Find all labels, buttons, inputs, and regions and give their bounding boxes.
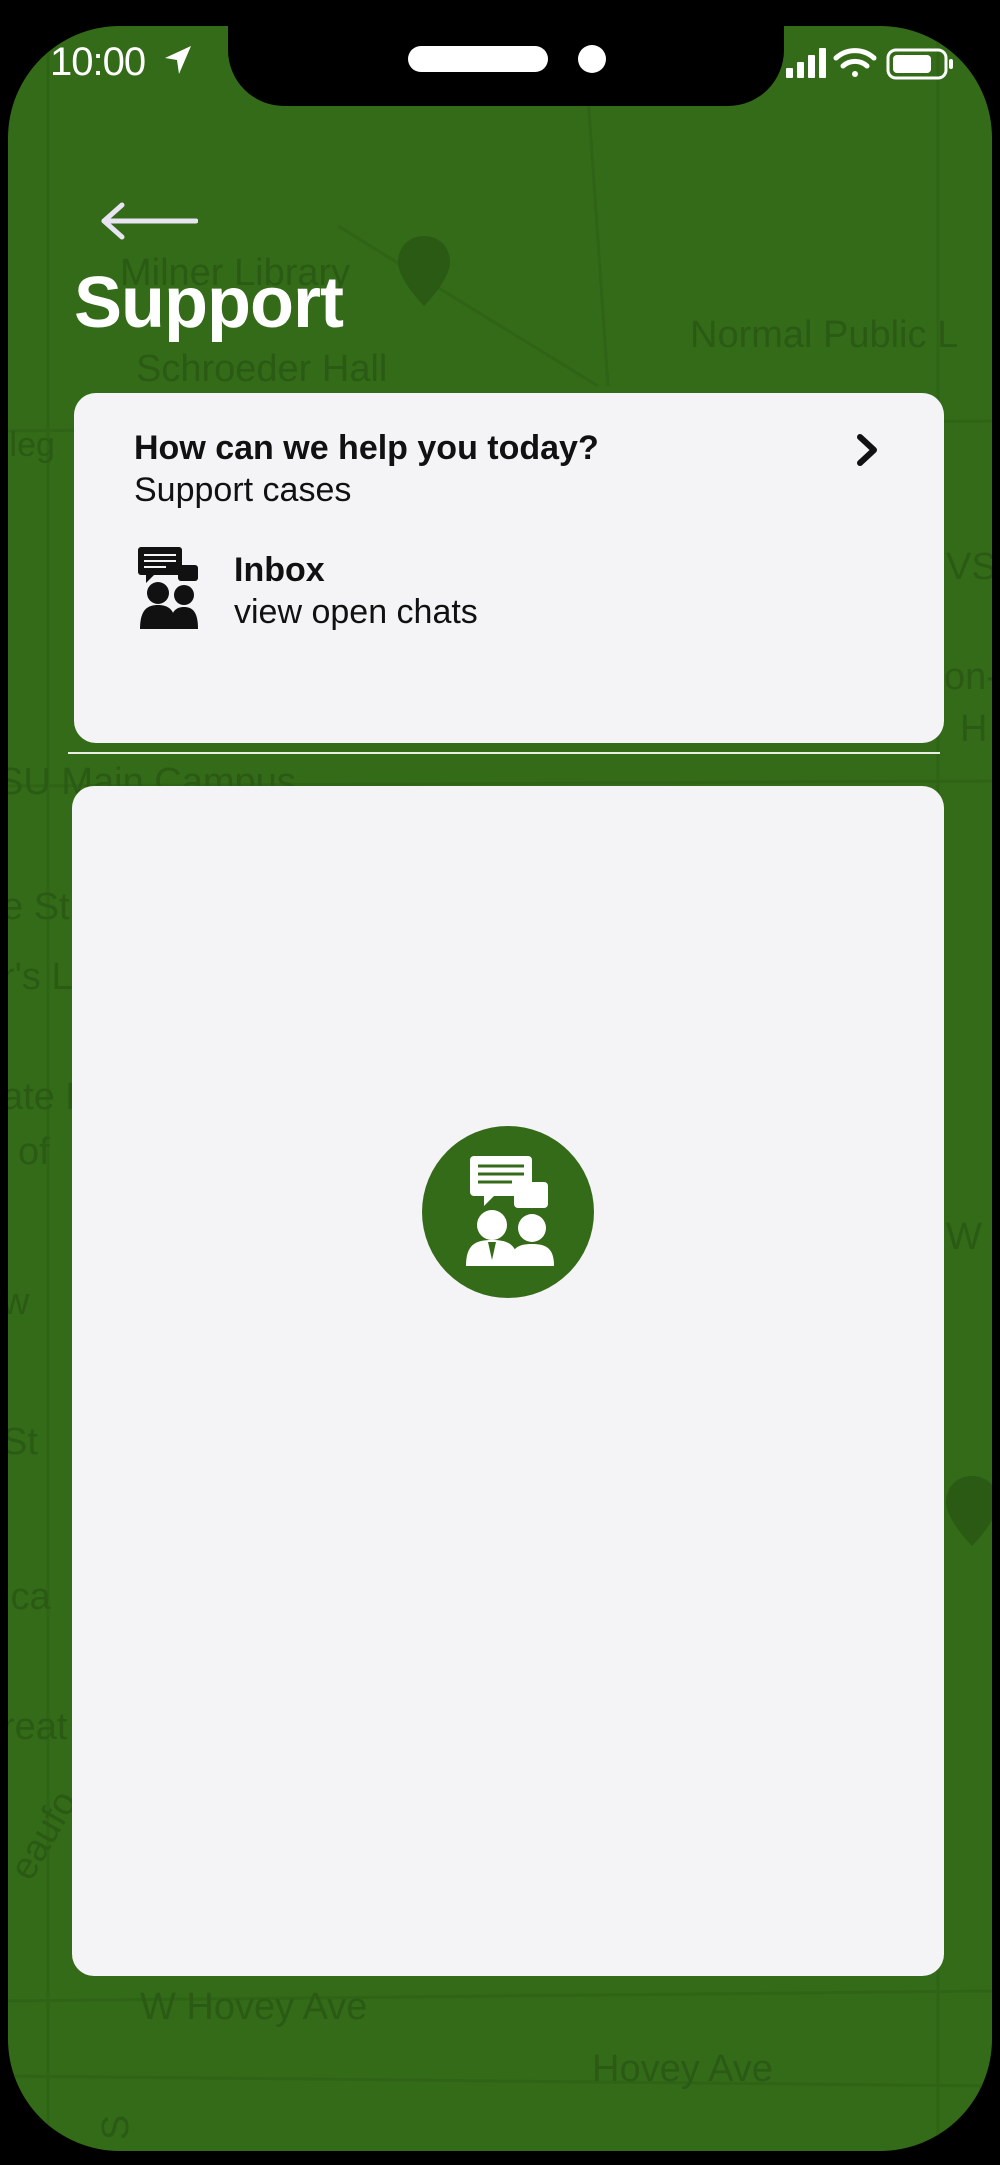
divider — [68, 752, 940, 754]
chevron-right-icon[interactable] — [854, 433, 880, 467]
map-pin-icon — [946, 1476, 992, 1546]
notch — [228, 26, 784, 106]
support-chat-icon[interactable] — [422, 1126, 594, 1298]
speaker — [408, 46, 548, 72]
map-label: e St — [8, 886, 70, 928]
map-label: H — [960, 708, 988, 750]
wifi-icon — [833, 48, 877, 77]
inbox-subtitle[interactable]: view open chats — [234, 593, 478, 632]
battery-icon — [886, 48, 953, 80]
map-label: of — [18, 1131, 50, 1173]
map-label: Hovey Ave — [592, 2048, 773, 2090]
map-label: reat — [8, 1706, 68, 1748]
map-label: Schroeder Hall — [136, 348, 388, 390]
card-title: How can we help you today? — [134, 429, 599, 467]
back-arrow-icon[interactable] — [98, 201, 198, 241]
map-label: w — [8, 1281, 30, 1323]
support-card[interactable]: How can we help you today? Support cases… — [74, 393, 944, 743]
location-arrow-icon — [165, 46, 191, 74]
map-pin-icon — [398, 236, 450, 306]
page-title: Support — [74, 263, 344, 343]
chat-panel — [72, 786, 944, 1976]
phone-screen: Milner Library Normal Public L Schroeder… — [8, 26, 992, 2151]
status-indicators — [786, 48, 953, 80]
map-label: Normal Public L — [690, 314, 959, 356]
card-subtitle: Support cases — [134, 471, 352, 509]
map-label: on- — [944, 656, 992, 698]
map-label: r's L — [8, 956, 73, 998]
map-label: S — [95, 2114, 138, 2141]
map-label: W Hovey Ave — [140, 1986, 368, 2028]
map-label: lleg — [8, 426, 55, 464]
signal-icon — [786, 48, 826, 78]
map-label: ica — [8, 1576, 51, 1618]
inbox-chat-icon[interactable] — [136, 545, 202, 629]
map-label: St — [8, 1421, 38, 1463]
map-label: VS — [946, 546, 992, 588]
map-label: W — [946, 1216, 982, 1258]
camera — [578, 45, 606, 73]
inbox-title[interactable]: Inbox — [234, 551, 325, 590]
status-time: 10:00 — [50, 40, 146, 84]
